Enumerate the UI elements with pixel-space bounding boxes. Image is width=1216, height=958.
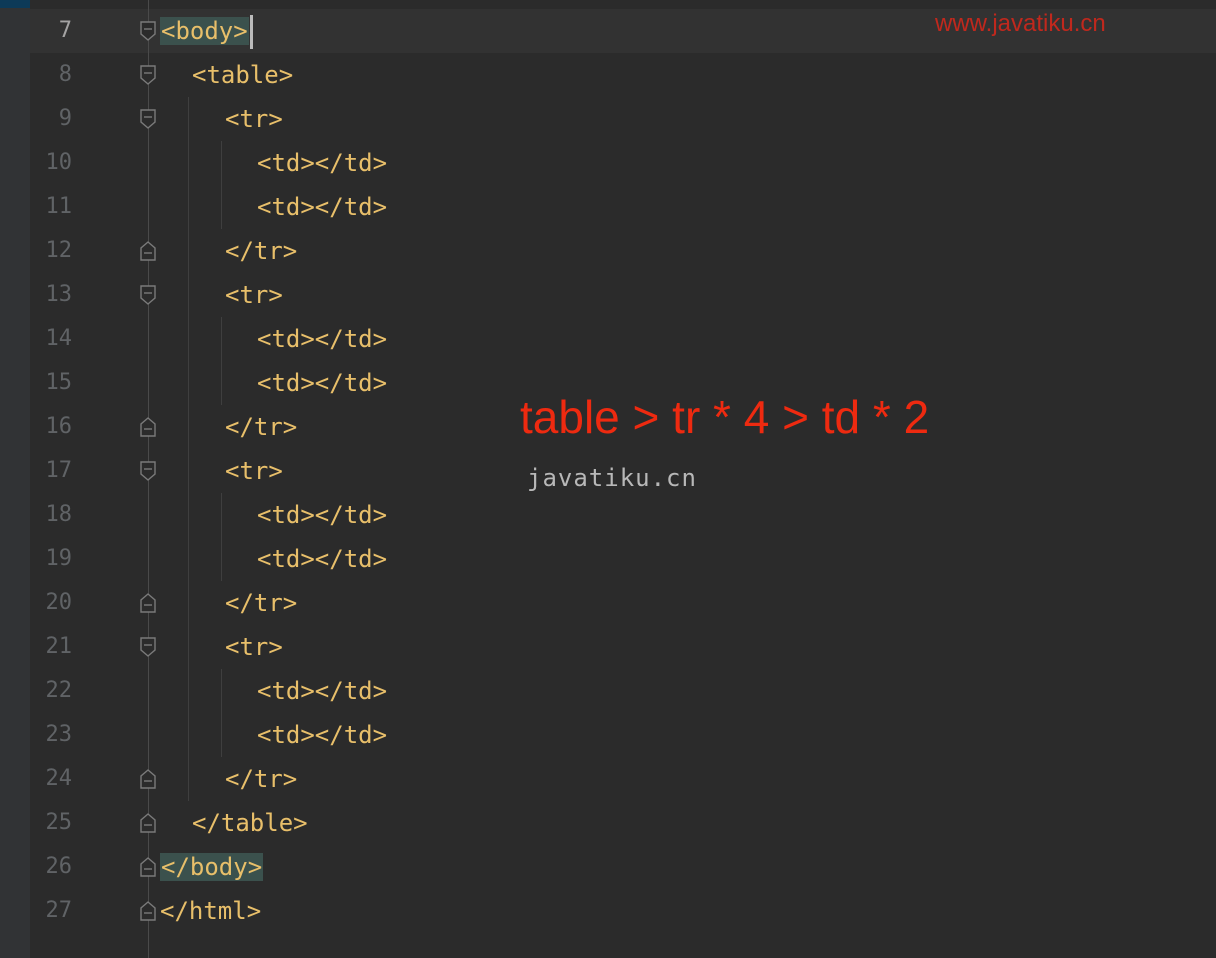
- code-line[interactable]: 19 <td></td>: [0, 537, 1216, 581]
- code-text[interactable]: </body>: [160, 845, 264, 889]
- code-line[interactable]: 18 <td></td>: [0, 493, 1216, 537]
- line-number: 10: [45, 150, 73, 175]
- code-line[interactable]: 23 <td></td>: [0, 713, 1216, 757]
- code-text[interactable]: <td></td>: [257, 493, 387, 537]
- code-line[interactable]: 13 <tr>: [0, 273, 1216, 317]
- tool-window-accent: [0, 0, 30, 8]
- line-number: 14: [45, 326, 73, 351]
- code-text[interactable]: <table>: [192, 53, 293, 97]
- line-number: 27: [45, 898, 73, 923]
- text-caret: [249, 15, 253, 49]
- code-text[interactable]: <tr>: [225, 273, 283, 317]
- tag-text: <td></td>: [257, 193, 388, 221]
- code-text[interactable]: </tr>: [225, 757, 297, 801]
- tag-text: </tr>: [225, 237, 298, 265]
- line-number: 13: [45, 282, 73, 307]
- fold-collapse-icon[interactable]: [139, 285, 157, 305]
- code-text[interactable]: <td></td>: [257, 185, 387, 229]
- code-line[interactable]: 25 </table>: [0, 801, 1216, 845]
- tag-text: <td></td>: [257, 677, 388, 705]
- line-number: 9: [58, 106, 72, 131]
- code-text[interactable]: <tr>: [225, 625, 283, 669]
- code-text[interactable]: <td></td>: [257, 141, 387, 185]
- tag-text: <table>: [192, 61, 294, 89]
- code-line[interactable]: 14 <td></td>: [0, 317, 1216, 361]
- code-text[interactable]: <tr>: [225, 97, 283, 141]
- code-line[interactable]: 22 <td></td>: [0, 669, 1216, 713]
- line-number: 21: [45, 634, 73, 659]
- fold-end-icon[interactable]: [139, 857, 157, 877]
- tag-text: </tr>: [225, 589, 298, 617]
- tag-text: <td></td>: [257, 149, 388, 177]
- line-number: 20: [45, 590, 73, 615]
- code-line[interactable]: 12 </tr>: [0, 229, 1216, 273]
- code-text[interactable]: </table>: [192, 801, 308, 845]
- emmet-annotation: table > tr * 4 > td * 2: [520, 391, 930, 443]
- tag-text: </html>: [160, 897, 262, 925]
- tag-text: <td></td>: [257, 501, 388, 529]
- code-line[interactable]: 11 <td></td>: [0, 185, 1216, 229]
- fold-end-icon[interactable]: [139, 593, 157, 613]
- code-line[interactable]: 26 </body>: [0, 845, 1216, 889]
- code-line[interactable]: 24 </tr>: [0, 757, 1216, 801]
- line-number: 19: [45, 546, 73, 571]
- line-number: 22: [45, 678, 73, 703]
- fold-collapse-icon[interactable]: [139, 637, 157, 657]
- fold-end-icon[interactable]: [139, 417, 157, 437]
- fold-collapse-icon[interactable]: [139, 461, 157, 481]
- code-line[interactable]: 27 </html>: [0, 889, 1216, 933]
- line-number: 26: [45, 854, 73, 879]
- tag-text: <td></td>: [257, 325, 388, 353]
- code-text[interactable]: </tr>: [225, 581, 297, 625]
- fold-end-icon[interactable]: [139, 769, 157, 789]
- line-number: 15: [45, 370, 73, 395]
- tag-text: <tr>: [225, 457, 283, 485]
- code-line[interactable]: 10 <td></td>: [0, 141, 1216, 185]
- code-line[interactable]: 20 </tr>: [0, 581, 1216, 625]
- code-line[interactable]: 9 <tr>: [0, 97, 1216, 141]
- line-number: 16: [45, 414, 73, 439]
- matched-tag: </body>: [160, 853, 264, 881]
- line-number: 8: [58, 62, 72, 87]
- line-number: 11: [45, 194, 73, 219]
- code-text[interactable]: <td></td>: [257, 317, 387, 361]
- tag-text: <td></td>: [257, 721, 388, 749]
- tag-text: <tr>: [225, 281, 283, 309]
- fold-collapse-icon[interactable]: [139, 21, 157, 41]
- tag-text: </tr>: [225, 413, 298, 441]
- line-number: 7: [58, 18, 72, 43]
- fold-end-icon[interactable]: [139, 901, 157, 921]
- tag-text: </table>: [192, 809, 308, 837]
- code-text[interactable]: </tr>: [225, 405, 297, 449]
- line-number: 25: [45, 810, 73, 835]
- code-text[interactable]: <tr>: [225, 449, 283, 493]
- line-number: 23: [45, 722, 73, 747]
- fold-collapse-icon[interactable]: [139, 109, 157, 129]
- code-text[interactable]: <td></td>: [257, 713, 387, 757]
- line-number: 12: [45, 238, 73, 263]
- line-number: 17: [45, 458, 73, 483]
- tag-text: <td></td>: [257, 545, 388, 573]
- matched-tag: <body>: [160, 17, 249, 45]
- line-number: 24: [45, 766, 73, 791]
- fold-end-icon[interactable]: [139, 813, 157, 833]
- watermark-mid: javatiku.cn: [527, 464, 697, 492]
- code-line[interactable]: 21 <tr>: [0, 625, 1216, 669]
- code-text[interactable]: <body>: [160, 9, 253, 53]
- fold-collapse-icon[interactable]: [139, 65, 157, 85]
- watermark-top: www.javatiku.cn: [935, 10, 1106, 37]
- code-text[interactable]: </html>: [160, 889, 261, 933]
- line-number: 18: [45, 502, 73, 527]
- code-text[interactable]: <td></td>: [257, 669, 387, 713]
- tag-text: <tr>: [225, 633, 283, 661]
- code-text[interactable]: <td></td>: [257, 361, 387, 405]
- tag-text: <td></td>: [257, 369, 388, 397]
- fold-end-icon[interactable]: [139, 241, 157, 261]
- tag-text: <tr>: [225, 105, 283, 133]
- tag-text: </tr>: [225, 765, 298, 793]
- code-text[interactable]: <td></td>: [257, 537, 387, 581]
- code-text[interactable]: </tr>: [225, 229, 297, 273]
- code-line[interactable]: 8 <table>: [0, 53, 1216, 97]
